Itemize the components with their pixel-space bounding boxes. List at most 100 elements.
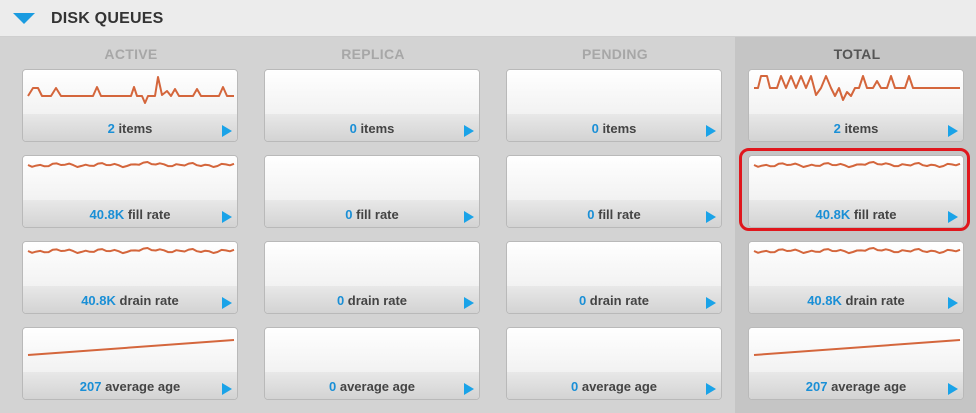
- sparkline-chart: [749, 328, 963, 372]
- metric-value: 0: [345, 207, 353, 222]
- sparkline-chart: [507, 328, 721, 372]
- metric-unit: drain rate: [119, 293, 179, 308]
- metric-value: 0: [570, 379, 579, 394]
- metric-card-total-fill-rate[interactable]: 40.8K fill rate: [748, 155, 964, 228]
- metric-value: 2: [107, 121, 115, 136]
- sparkline-chart: [749, 70, 963, 114]
- metric-card-replica-fill-rate[interactable]: 0 fill rate: [264, 155, 480, 228]
- metric-label: 0 items: [265, 121, 479, 136]
- metric-value: 40.8K: [89, 207, 125, 222]
- play-arrow-icon[interactable]: [464, 125, 474, 137]
- metric-card-replica-drain-rate[interactable]: 0 drain rate: [264, 241, 480, 314]
- play-arrow-icon[interactable]: [706, 297, 716, 309]
- metric-label: 207 average age: [23, 379, 237, 394]
- play-arrow-icon[interactable]: [706, 211, 716, 223]
- metric-value: 0: [578, 293, 587, 308]
- metric-label: 0 fill rate: [265, 207, 479, 222]
- play-arrow-icon[interactable]: [222, 297, 232, 309]
- metric-value: 0: [349, 121, 357, 136]
- play-arrow-icon[interactable]: [222, 125, 232, 137]
- sparkline-chart: [265, 70, 479, 114]
- metric-unit: drain rate: [845, 293, 905, 308]
- metric-label: 40.8K drain rate: [23, 293, 237, 308]
- play-arrow-icon[interactable]: [948, 297, 958, 309]
- sparkline-chart: [23, 156, 237, 200]
- play-arrow-icon[interactable]: [706, 383, 716, 395]
- sparkline-chart: [265, 242, 479, 286]
- metric-unit: fill rate: [127, 207, 171, 222]
- metric-unit: average age: [581, 379, 658, 394]
- metric-label: 40.8K fill rate: [749, 207, 963, 222]
- metric-unit: fill rate: [598, 207, 641, 222]
- column-header-replica: REPLICA: [341, 46, 405, 62]
- sparkline-chart: [507, 242, 721, 286]
- metric-value: 0: [591, 121, 599, 136]
- sparkline-chart: [749, 156, 963, 200]
- metric-card-pending-average-age[interactable]: 0 average age: [506, 327, 722, 400]
- metric-label: 0 drain rate: [507, 293, 721, 308]
- play-arrow-icon[interactable]: [948, 211, 958, 223]
- metric-unit: items: [602, 121, 637, 136]
- metric-value: 40.8K: [807, 293, 842, 308]
- metric-card-active-fill-rate[interactable]: 40.8K fill rate: [22, 155, 238, 228]
- sparkline-chart: [265, 328, 479, 372]
- metric-value: 207: [79, 379, 102, 394]
- metric-value: 0: [328, 379, 337, 394]
- sparkline-chart: [265, 156, 479, 200]
- sparkline-chart: [507, 70, 721, 114]
- metric-value: 207: [805, 379, 828, 394]
- metric-card-pending-drain-rate[interactable]: 0 drain rate: [506, 241, 722, 314]
- metric-label: 40.8K fill rate: [23, 207, 237, 222]
- metric-value: 0: [336, 293, 345, 308]
- metric-card-total-drain-rate[interactable]: 40.8K drain rate: [748, 241, 964, 314]
- play-arrow-icon[interactable]: [464, 383, 474, 395]
- triangle-down-icon[interactable]: [13, 13, 35, 24]
- metric-card-active-drain-rate[interactable]: 40.8K drain rate: [22, 241, 238, 314]
- metric-label: 207 average age: [749, 379, 963, 394]
- sparkline-chart: [749, 242, 963, 286]
- metric-value: 2: [833, 121, 841, 136]
- metric-value: 0: [587, 207, 595, 222]
- play-arrow-icon[interactable]: [706, 125, 716, 137]
- metric-label: 0 average age: [265, 379, 479, 394]
- metric-card-total-average-age[interactable]: 207 average age: [748, 327, 964, 400]
- metric-label: 2 items: [749, 121, 963, 136]
- sparkline-chart: [23, 242, 237, 286]
- metric-card-replica-average-age[interactable]: 0 average age: [264, 327, 480, 400]
- sparkline-chart: [507, 156, 721, 200]
- play-arrow-icon[interactable]: [464, 211, 474, 223]
- metric-unit: items: [844, 121, 879, 136]
- metric-unit: average age: [339, 379, 416, 394]
- play-arrow-icon[interactable]: [222, 383, 232, 395]
- metric-unit: drain rate: [347, 293, 408, 308]
- metric-label: 0 drain rate: [265, 293, 479, 308]
- metric-card-active-average-age[interactable]: 207 average age: [22, 327, 238, 400]
- metric-unit: fill rate: [356, 207, 399, 222]
- metric-unit: fill rate: [853, 207, 897, 222]
- metric-card-pending-fill-rate[interactable]: 0 fill rate: [506, 155, 722, 228]
- play-arrow-icon[interactable]: [222, 211, 232, 223]
- play-arrow-icon[interactable]: [464, 297, 474, 309]
- metric-label: 0 average age: [507, 379, 721, 394]
- metric-unit: items: [118, 121, 153, 136]
- metric-card-total-items[interactable]: 2 items: [748, 69, 964, 142]
- metric-card-active-items[interactable]: 2 items: [22, 69, 238, 142]
- metric-label: 0 fill rate: [507, 207, 721, 222]
- play-arrow-icon[interactable]: [948, 383, 958, 395]
- sparkline-chart: [23, 70, 237, 114]
- metric-card-pending-items[interactable]: 0 items: [506, 69, 722, 142]
- play-arrow-icon[interactable]: [948, 125, 958, 137]
- metric-value: 40.8K: [815, 207, 851, 222]
- section-title: DISK QUEUES: [51, 10, 164, 27]
- metric-unit: drain rate: [589, 293, 650, 308]
- section-header: DISK QUEUES: [0, 0, 976, 37]
- metric-card-replica-items[interactable]: 0 items: [264, 69, 480, 142]
- metric-unit: items: [360, 121, 395, 136]
- metric-label: 0 items: [507, 121, 721, 136]
- column-header-active: ACTIVE: [104, 46, 158, 62]
- metric-label: 2 items: [23, 121, 237, 136]
- column-header-pending: PENDING: [582, 46, 648, 62]
- metric-label: 40.8K drain rate: [749, 293, 963, 308]
- metric-unit: average age: [831, 379, 907, 394]
- metric-unit: average age: [105, 379, 181, 394]
